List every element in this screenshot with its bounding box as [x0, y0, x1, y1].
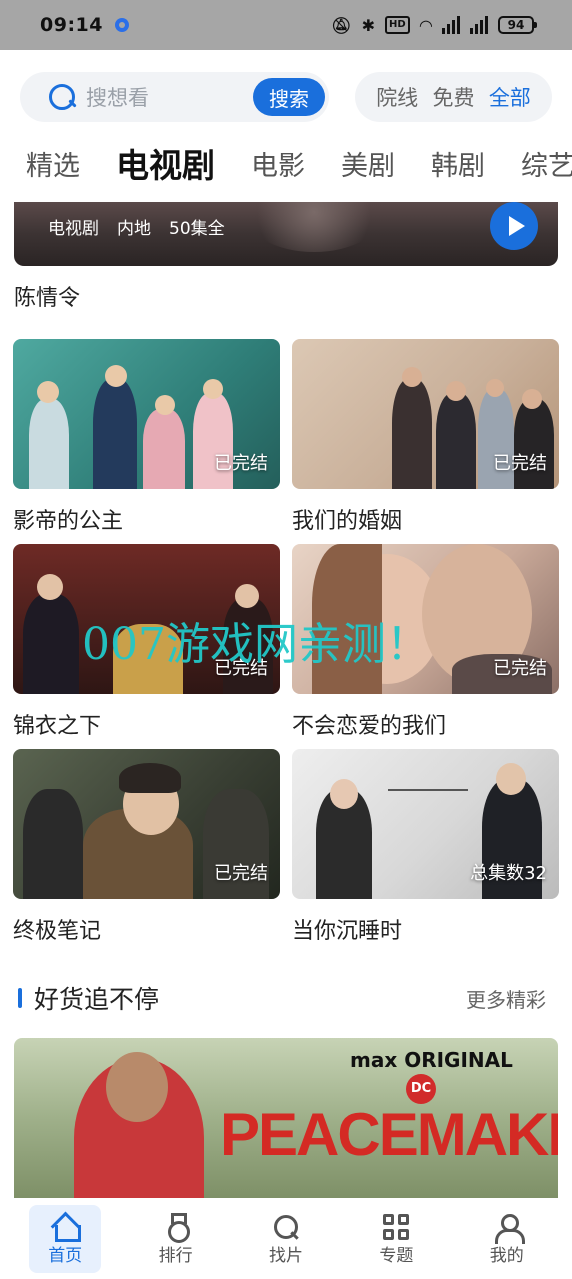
- promo-title: PEACEMAKER: [220, 1101, 558, 1168]
- status-time: 09:14: [40, 14, 103, 36]
- tab-featured[interactable]: 精选: [26, 144, 80, 183]
- featured-title[interactable]: 陈情令: [14, 280, 80, 312]
- tab-us-series[interactable]: 美剧: [341, 144, 395, 183]
- nav-topics-label: 专题: [379, 1245, 414, 1266]
- tab-movies[interactable]: 电影: [251, 144, 305, 183]
- section-header: 好货追不停 更多精彩: [18, 978, 546, 1018]
- show-card[interactable]: 已完结 影帝的公主: [13, 339, 280, 544]
- show-poster[interactable]: 已完结: [13, 749, 280, 899]
- status-badge: 已完结: [214, 863, 268, 884]
- show-title[interactable]: 终极笔记: [13, 913, 280, 945]
- nav-find[interactable]: 找片: [250, 1205, 322, 1273]
- nav-find-label: 找片: [268, 1245, 303, 1266]
- filter-cinema[interactable]: 院线: [376, 82, 418, 112]
- featured-tags: 电视剧 内地 50集全: [48, 214, 225, 239]
- battery-icon: 94: [498, 16, 537, 34]
- show-title[interactable]: 当你沉睡时: [292, 913, 559, 945]
- tab-variety[interactable]: 综艺: [521, 144, 572, 183]
- nav-home-label: 首页: [48, 1245, 83, 1266]
- nav-topics[interactable]: 专题: [360, 1205, 432, 1273]
- user-icon: [493, 1213, 525, 1244]
- featured-banner[interactable]: 电视剧 内地 50集全: [14, 202, 558, 266]
- nav-profile-label: 我的: [489, 1245, 524, 1266]
- search-row: 搜想看 搜索 院线 免费 全部: [20, 72, 552, 122]
- show-title[interactable]: 不会恋爱的我们: [292, 708, 559, 740]
- show-title[interactable]: 我们的婚姻: [292, 503, 559, 535]
- nav-ranking[interactable]: 排行: [140, 1205, 212, 1273]
- bottom-nav: 首页 排行 找片 专题 我的: [0, 1198, 572, 1279]
- search-icon: [48, 83, 76, 111]
- show-poster[interactable]: 已完结: [13, 339, 280, 489]
- show-poster[interactable]: 已完结: [292, 339, 559, 489]
- play-icon[interactable]: [490, 202, 538, 250]
- app-notification-icon: [114, 18, 129, 32]
- watermark-text: 007游戏网亲测！: [82, 619, 430, 670]
- mute-icon: 🔕︎: [331, 15, 352, 35]
- show-title[interactable]: 影帝的公主: [13, 503, 280, 535]
- featured-tag-genre: 电视剧: [48, 219, 99, 239]
- show-card[interactable]: 已完结 我们的婚姻: [292, 339, 559, 544]
- search-placeholder: 搜想看: [86, 86, 149, 110]
- status-bar: 09:14 🔕︎ ✱ HD ◠ 94: [0, 0, 572, 50]
- search-icon: [272, 1213, 300, 1241]
- status-icons: 🔕︎ ✱ HD ◠ 94: [331, 15, 537, 35]
- grid-icon: [382, 1213, 410, 1241]
- section-title: 好货追不停: [34, 985, 160, 1014]
- category-tabs: 精选 电视剧 电影 美剧 韩剧 综艺: [26, 138, 572, 188]
- show-card[interactable]: 已完结 终极笔记: [13, 749, 280, 954]
- nav-profile[interactable]: 我的: [471, 1205, 543, 1273]
- nav-ranking-label: 排行: [158, 1245, 193, 1266]
- show-poster[interactable]: 总集数32: [292, 749, 559, 899]
- rank-medal-icon: [162, 1212, 190, 1243]
- search-input[interactable]: 搜想看 搜索: [20, 72, 330, 122]
- filter-toggle: 院线 免费 全部: [355, 72, 552, 122]
- tab-korean-series[interactable]: 韩剧: [431, 144, 485, 183]
- filter-free[interactable]: 免费: [433, 82, 475, 112]
- promo-brand: max ORIGINAL: [350, 1048, 513, 1072]
- status-badge: 已完结: [493, 658, 547, 679]
- show-card[interactable]: 总集数32 当你沉睡时: [292, 749, 559, 954]
- featured-tag-region: 内地: [117, 219, 151, 239]
- wifi-icon: ◠: [419, 15, 432, 35]
- promo-hero-head: [106, 1052, 168, 1122]
- section-accent-bar: [18, 988, 22, 1008]
- home-icon: [51, 1213, 82, 1242]
- promo-banner[interactable]: max ORIGINAL DC PEACEMAKER: [14, 1038, 558, 1198]
- featured-tag-episodes: 50集全: [169, 219, 225, 239]
- tab-tv-series[interactable]: 电视剧: [116, 139, 215, 187]
- more-link[interactable]: 更多精彩: [466, 984, 546, 1013]
- show-title[interactable]: 锦衣之下: [13, 708, 280, 740]
- status-badge: 已完结: [214, 453, 268, 474]
- status-badge: 已完结: [493, 453, 547, 474]
- bluetooth-icon: ✱: [361, 15, 376, 35]
- signal-icon: [442, 16, 460, 34]
- episode-count-badge: 总集数32: [470, 863, 547, 884]
- search-button[interactable]: 搜索: [253, 78, 326, 116]
- hd-icon: HD: [385, 16, 410, 34]
- signal-icon-2: [470, 16, 488, 34]
- nav-home[interactable]: 首页: [29, 1204, 102, 1273]
- filter-all[interactable]: 全部: [489, 82, 531, 112]
